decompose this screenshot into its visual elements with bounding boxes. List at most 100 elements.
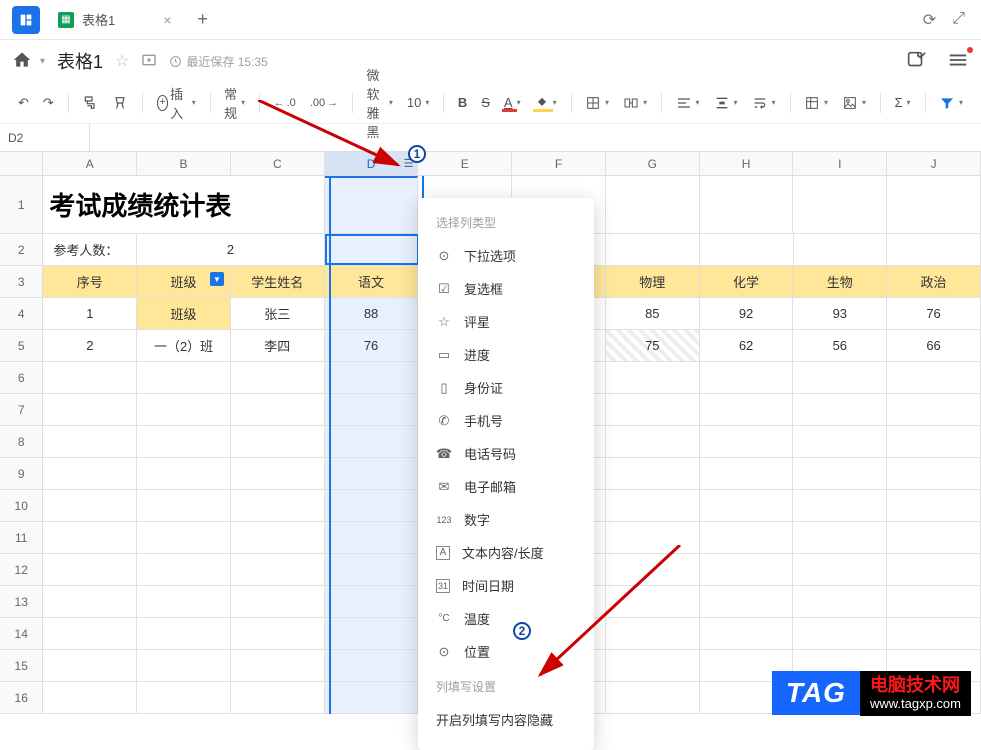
cell[interactable]: 75: [606, 330, 700, 361]
cell[interactable]: [137, 458, 231, 489]
cell[interactable]: [137, 682, 231, 713]
menu-item-number[interactable]: 123数字: [418, 503, 594, 536]
cell[interactable]: 一（2）班: [137, 330, 231, 361]
select-all-corner[interactable]: [0, 152, 43, 175]
menu-item-temperature[interactable]: °C温度: [418, 602, 594, 635]
cell[interactable]: [793, 394, 887, 425]
cell[interactable]: [887, 234, 981, 265]
row-header[interactable]: 16: [0, 682, 43, 713]
col-header-A[interactable]: A: [43, 152, 137, 175]
window-menu-icon[interactable]: ⤢: [952, 10, 965, 30]
table-title[interactable]: 考试成绩统计表: [43, 176, 324, 233]
cell[interactable]: [43, 362, 137, 393]
cell[interactable]: [793, 458, 887, 489]
cell[interactable]: [137, 522, 231, 553]
row-header[interactable]: 5: [0, 330, 43, 361]
tab-add-button[interactable]: +: [187, 9, 218, 30]
cell[interactable]: [325, 618, 419, 649]
cell[interactable]: [700, 394, 794, 425]
redo-button[interactable]: ↷: [37, 91, 60, 115]
menu-item-email[interactable]: ✉电子邮箱: [418, 470, 594, 503]
cell[interactable]: [137, 650, 231, 681]
cell[interactable]: [606, 522, 700, 553]
cell[interactable]: [606, 458, 700, 489]
cell[interactable]: 66: [887, 330, 981, 361]
cell[interactable]: [43, 586, 137, 617]
cell[interactable]: [793, 490, 887, 521]
menu-item-datetime[interactable]: 31时间日期: [418, 569, 594, 602]
cell[interactable]: [231, 490, 325, 521]
cell[interactable]: [43, 618, 137, 649]
cell[interactable]: 2: [43, 330, 137, 361]
cell[interactable]: [700, 362, 794, 393]
menu-item-phone[interactable]: ☎电话号码: [418, 437, 594, 470]
cell[interactable]: [137, 394, 231, 425]
cell[interactable]: [137, 362, 231, 393]
cell[interactable]: [231, 394, 325, 425]
cell[interactable]: [231, 362, 325, 393]
cell[interactable]: 政治: [887, 266, 981, 297]
document-title[interactable]: 表格1: [57, 48, 103, 74]
menu-item-progress[interactable]: ▭进度: [418, 338, 594, 371]
cell[interactable]: [793, 522, 887, 553]
menu-item-checkbox[interactable]: ☑复选框: [418, 272, 594, 305]
cell[interactable]: [606, 426, 700, 457]
cell[interactable]: 76: [887, 298, 981, 329]
cell[interactable]: [887, 176, 981, 233]
cell[interactable]: 92: [700, 298, 794, 329]
cell[interactable]: 参考人数：: [43, 234, 137, 265]
cell[interactable]: [43, 458, 137, 489]
row-header[interactable]: 2: [0, 234, 43, 265]
cell[interactable]: [325, 682, 419, 713]
cell[interactable]: [700, 618, 794, 649]
cell[interactable]: [325, 426, 419, 457]
number-format-select[interactable]: 常规▾: [218, 80, 251, 126]
cell[interactable]: [43, 554, 137, 585]
cell[interactable]: [231, 650, 325, 681]
merge-cells-button[interactable]: ▾: [617, 91, 653, 115]
cell[interactable]: 物理: [606, 266, 700, 297]
wrap-text-button[interactable]: ▾: [746, 91, 782, 115]
format-painter-button[interactable]: [76, 91, 104, 115]
cell[interactable]: 88: [325, 298, 419, 329]
cell[interactable]: 班级: [137, 298, 231, 329]
cell[interactable]: [606, 234, 700, 265]
close-icon[interactable]: ×: [163, 12, 171, 28]
undo-button[interactable]: ↶: [12, 91, 35, 115]
row-header[interactable]: 15: [0, 650, 43, 681]
row-header[interactable]: 8: [0, 426, 43, 457]
cell-active[interactable]: [325, 234, 419, 265]
cell[interactable]: [793, 426, 887, 457]
cell[interactable]: [700, 490, 794, 521]
row-header[interactable]: 7: [0, 394, 43, 425]
cell[interactable]: 62: [700, 330, 794, 361]
fill-color-button[interactable]: ▾: [529, 92, 563, 114]
bold-button[interactable]: B: [452, 91, 473, 114]
cell[interactable]: [231, 682, 325, 713]
filter-icon[interactable]: ▼: [210, 272, 224, 286]
cell[interactable]: [231, 554, 325, 585]
decrease-decimal-button[interactable]: ←.0: [268, 93, 302, 113]
cell[interactable]: 85: [606, 298, 700, 329]
cell[interactable]: 76: [325, 330, 419, 361]
cell[interactable]: [887, 618, 981, 649]
cell[interactable]: 李四: [231, 330, 325, 361]
col-header-J[interactable]: J: [887, 152, 981, 175]
menu-item-rating[interactable]: ☆评星: [418, 305, 594, 338]
row-header[interactable]: 12: [0, 554, 43, 585]
cell[interactable]: [231, 426, 325, 457]
menu-item-mobile[interactable]: ✆手机号: [418, 404, 594, 437]
cell[interactable]: [887, 362, 981, 393]
borders-button[interactable]: ▾: [579, 91, 615, 115]
cell[interactable]: [43, 682, 137, 713]
col-header-E[interactable]: E: [418, 152, 512, 175]
cell[interactable]: [606, 682, 700, 713]
increase-decimal-button[interactable]: .00→: [304, 93, 344, 113]
cell[interactable]: [137, 586, 231, 617]
cell[interactable]: [43, 426, 137, 457]
menu-item-hide-content[interactable]: 开启列填写内容隐藏: [418, 703, 594, 736]
cell[interactable]: [325, 554, 419, 585]
cell[interactable]: [606, 586, 700, 617]
folder-move-icon[interactable]: [141, 52, 157, 71]
cell[interactable]: [793, 176, 887, 233]
